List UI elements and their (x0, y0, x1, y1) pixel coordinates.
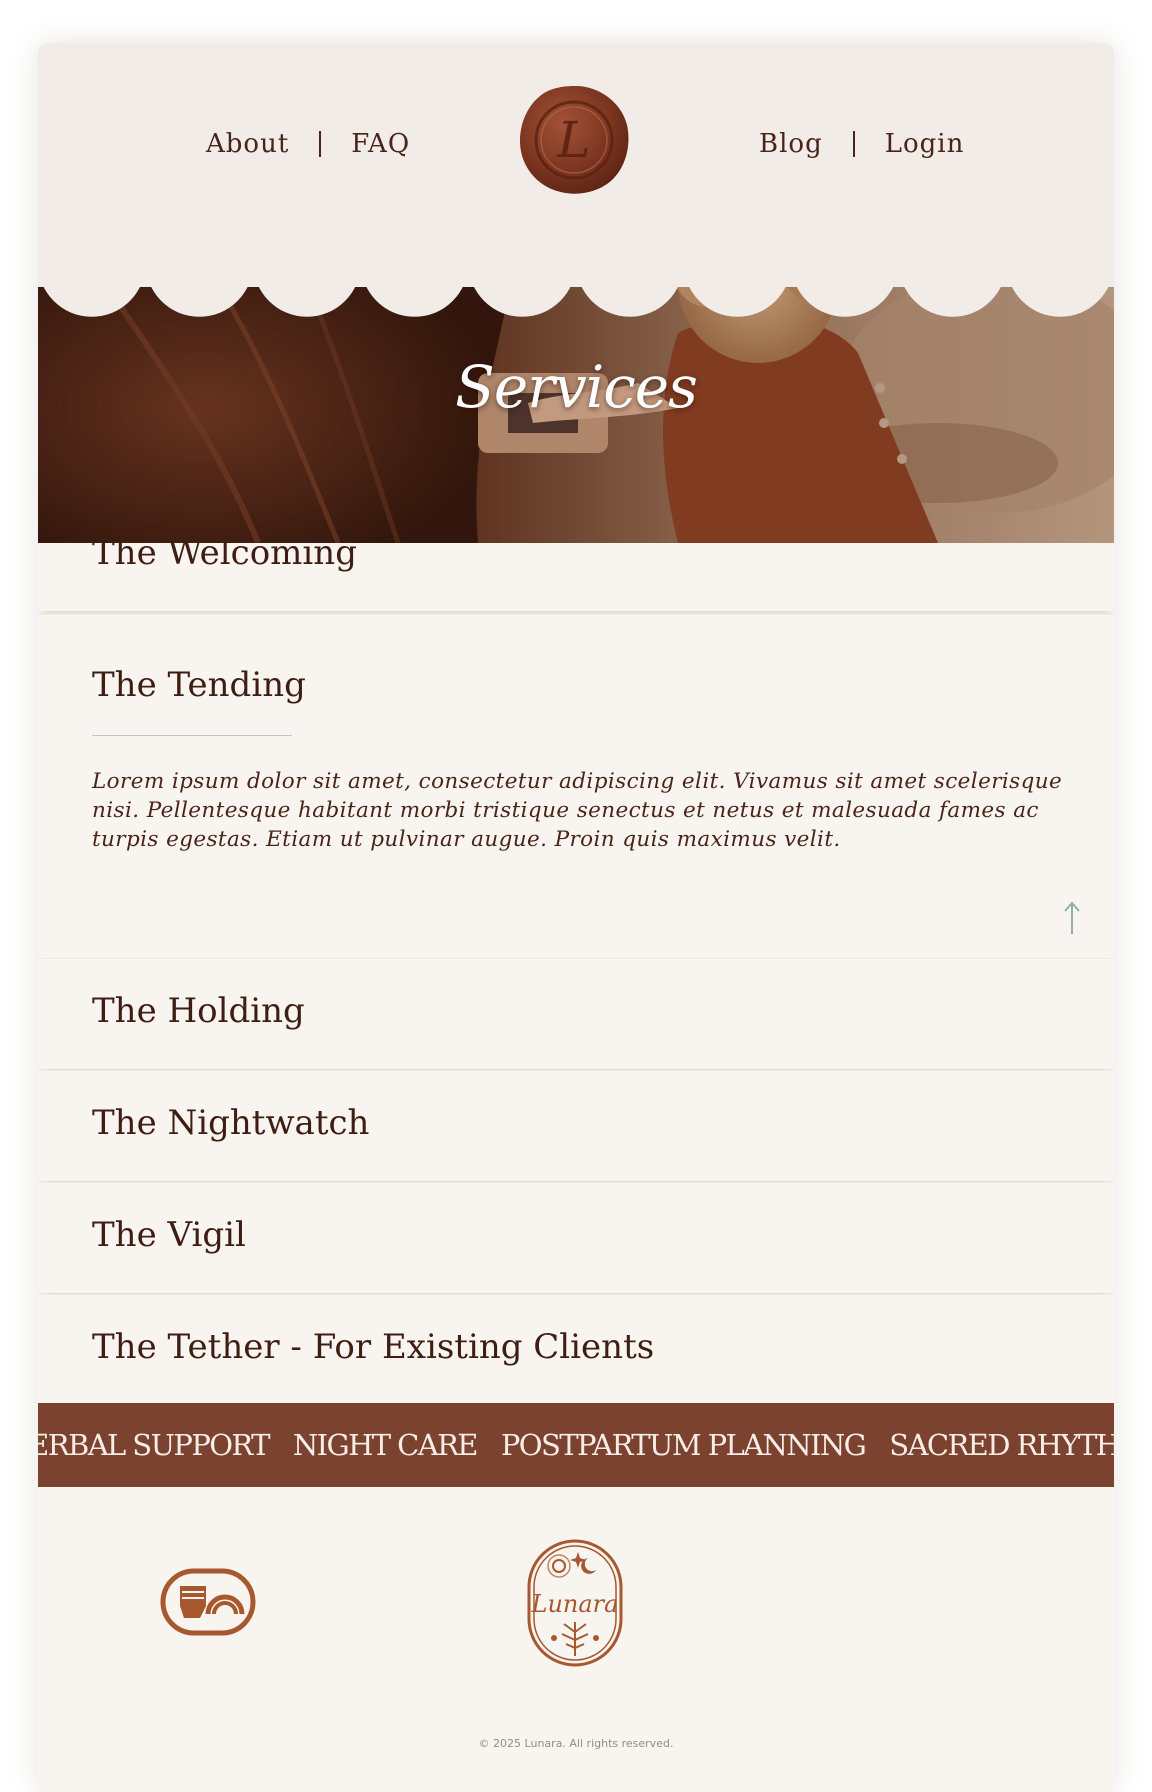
accordion-item-tether[interactable]: The Tether - For Existing Clients (38, 1294, 1114, 1404)
accordion-title: The Holding (92, 991, 305, 1031)
accordion-item-nightwatch[interactable]: The Nightwatch (38, 1070, 1114, 1181)
accordion-body: Lorem ipsum dolor sit amet, consectetur … (92, 769, 1063, 852)
seal-letter: L (556, 111, 590, 169)
nav-login-link[interactable]: Login (885, 129, 965, 159)
ribbon-item: POSTPARTUM PLANNING (500, 1428, 867, 1462)
accordion-title: The Vigil (92, 1215, 246, 1255)
accordion-item-vigil[interactable]: The Vigil (38, 1182, 1114, 1293)
lunara-logo-text: Lunara (531, 1590, 619, 1618)
accordion-item-tending[interactable]: The Tending Lorem ipsum dolor sit amet, … (38, 614, 1114, 959)
ribbon-item: NIGHT CARE (292, 1428, 479, 1462)
nav-divider (852, 131, 855, 157)
lunara-logo: Lunara (527, 1539, 623, 1667)
nav-divider (319, 131, 322, 157)
arrow-up-icon[interactable] (1062, 900, 1082, 936)
title-underline (92, 735, 292, 736)
page-frame: Services About FAQ L Blog Login The Welc… (38, 43, 1114, 1792)
raised-fist-rainbow-icon (160, 1568, 256, 1636)
ribbon-item: HERBAL SUPPORT (38, 1428, 270, 1462)
wax-seal-icon[interactable]: L (517, 83, 631, 197)
services-ribbon: HERBAL SUPPORT NIGHT CARE POSTPARTUM PLA… (38, 1403, 1114, 1487)
accordion-title: The Nightwatch (92, 1103, 370, 1143)
nav-about-link[interactable]: About (206, 129, 289, 159)
accordion-item-holding[interactable]: The Holding (38, 958, 1114, 1069)
nav-faq-link[interactable]: FAQ (351, 129, 410, 159)
ribbon-item: SACRED RHYTHM (889, 1428, 1114, 1462)
page-title: Services (455, 353, 698, 421)
nav-right: Blog Login (759, 129, 964, 159)
copyright-notice: © 2025 Lunara. All rights reserved. (478, 1737, 674, 1750)
accordion-title: The Tending (92, 665, 306, 705)
nav-blog-link[interactable]: Blog (759, 129, 823, 159)
accordion-title: The Tether - For Existing Clients (92, 1327, 655, 1367)
scallop-edge (38, 243, 1114, 317)
nav-left: About FAQ (206, 129, 410, 159)
